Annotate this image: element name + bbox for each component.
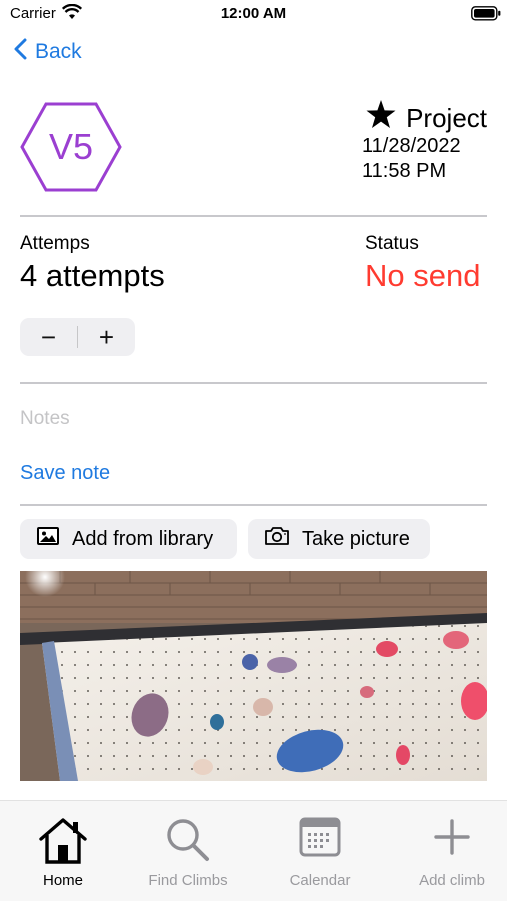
grade-badge: V5: [20, 102, 122, 192]
divider: [20, 215, 487, 217]
back-button[interactable]: Back: [14, 38, 82, 66]
increment-button[interactable]: +: [78, 318, 135, 356]
add-from-library-label: Add from library: [72, 527, 214, 550]
climb-type: Project: [366, 100, 487, 136]
climb-date: 11/28/2022: [362, 135, 461, 157]
climb-time: 11:58 PM: [362, 160, 447, 182]
climb-photo: [20, 571, 487, 781]
take-picture-button[interactable]: Take picture: [248, 519, 430, 559]
status-bar: Carrier 12:00 AM: [0, 0, 507, 28]
tab-find-climbs-label: Find Climbs: [148, 872, 228, 889]
take-picture-label: Take picture: [302, 527, 410, 550]
status-time: 12:00 AM: [220, 5, 287, 22]
status-label: Status: [365, 233, 419, 254]
calendar-icon: [257, 817, 383, 867]
tab-add-climb-label: Add climb: [419, 872, 485, 889]
add-from-library-button[interactable]: Add from library: [20, 519, 237, 559]
back-label: Back: [35, 40, 82, 63]
notes-field[interactable]: Notes: [20, 408, 70, 430]
tab-home-label: Home: [42, 872, 83, 889]
attempts-value: 4 attempts: [20, 258, 165, 293]
grade-label: V5: [48, 126, 94, 167]
climb-datetime: 11/28/2022 11:58 PM: [362, 134, 461, 184]
send-status: No send: [365, 258, 481, 293]
divider: [20, 382, 487, 384]
photo-icon: [36, 526, 60, 552]
plus-icon: [389, 817, 507, 867]
star-icon: [366, 100, 396, 136]
divider: [20, 504, 487, 506]
house-icon: [0, 817, 126, 867]
battery-icon: [471, 6, 501, 25]
magnifier-icon: [125, 817, 251, 867]
climb-type-label: Project: [406, 102, 487, 133]
tab-bar: Home Find Climbs Calendar Add climb: [0, 800, 507, 901]
chevron-left-icon: [14, 38, 27, 66]
tab-calendar-label: Calendar: [289, 872, 351, 889]
attempts-label: Attemps: [20, 233, 90, 254]
decrement-button[interactable]: −: [20, 318, 77, 356]
attempts-stepper[interactable]: − +: [20, 318, 135, 356]
camera-icon: [264, 526, 290, 552]
save-note-button[interactable]: Save note: [20, 462, 110, 485]
